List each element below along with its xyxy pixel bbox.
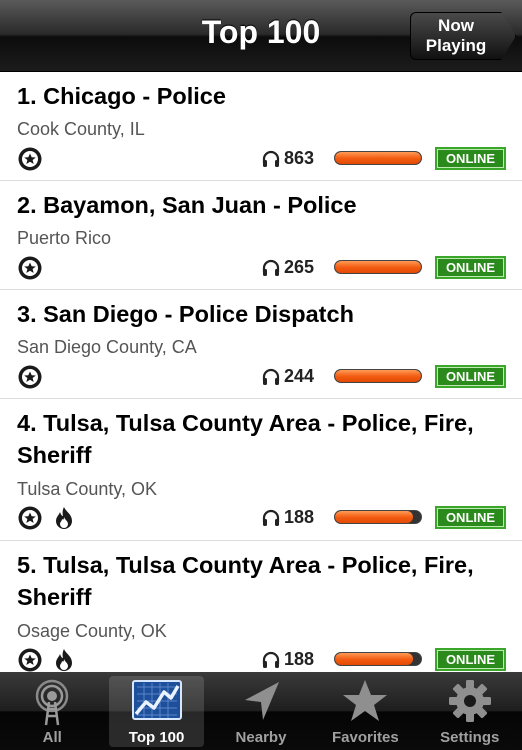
listener-count: 188 [262,649,314,670]
location-arrow-icon [244,682,279,720]
feed-title: 4. Tulsa, Tulsa County Area - Police, Fi… [17,410,474,468]
listener-count-value: 863 [284,148,315,168]
status-badge: ONLINE [435,648,506,671]
tab-nearby[interactable]: Nearby [209,672,313,750]
tab-settings[interactable]: Settings [418,672,522,750]
status-badge: ONLINE [435,506,506,529]
signal-bar-fill [335,152,421,164]
fire-icon [56,649,72,671]
feed-type-icons [17,647,77,672]
status-badge: ONLINE [435,256,506,279]
feed-location: Puerto Rico [17,228,112,248]
tab-label: Top 100 [128,729,185,746]
feed-row[interactable]: 1. Chicago - Police Cook County, IL 863 … [0,72,522,181]
feed-type-icons [17,255,43,281]
feed-location: Cook County, IL [17,119,145,139]
tab-favorites[interactable]: Favorites [313,672,417,750]
feed-location: Osage County, OK [17,621,167,641]
signal-bar [334,151,422,165]
signal-bar [334,652,422,666]
now-playing-button[interactable]: Now Playing [410,12,516,60]
feed-location: Tulsa County, OK [17,479,158,499]
headphones-icon [262,150,280,167]
gear-icon [448,680,491,722]
signal-bar [334,260,422,274]
signal-bar [334,369,422,383]
listener-count: 188 [262,507,314,528]
tab-top-100[interactable]: Top 100 [104,672,208,750]
signal-bar-fill [335,261,421,273]
signal-bar-fill [335,511,414,523]
chart-icon [131,680,182,720]
radio-tower-icon [35,679,69,726]
tab-all[interactable]: All [0,672,104,750]
navigation-bar: Top 100 Now Playing [0,0,522,72]
feed-row[interactable]: 2. Bayamon, San Juan - Police Puerto Ric… [0,181,522,290]
tab-bar: All Top 100 Nearby Favorites Settings [0,672,522,750]
listener-count-value: 188 [284,649,315,669]
feed-row[interactable]: 5. Tulsa, Tulsa County Area - Police, Fi… [0,541,522,672]
feed-location: San Diego County, CA [17,337,197,357]
feed-type-icons [17,364,43,390]
listener-count: 265 [262,257,314,278]
headphones-icon [262,368,280,385]
signal-bar-fill [335,370,421,382]
feed-title: 2. Bayamon, San Juan - Police [17,192,357,218]
listener-count: 244 [262,366,314,387]
tab-label: Favorites [332,729,399,746]
fire-icon [56,507,72,529]
police-badge-icon [18,365,42,389]
tab-label: All [42,729,62,746]
signal-bar [334,510,422,524]
listener-count-value: 188 [284,507,315,527]
feed-title: 5. Tulsa, Tulsa County Area - Police, Fi… [17,552,474,610]
police-badge-icon [18,648,42,672]
listener-count-value: 265 [284,257,315,277]
feed-row[interactable]: 4. Tulsa, Tulsa County Area - Police, Fi… [0,399,522,541]
feed-type-icons [17,146,43,172]
feed-list[interactable]: 1. Chicago - Police Cook County, IL 863 … [0,72,522,672]
headphones-icon [262,651,280,668]
now-playing-label: Now Playing [425,16,487,55]
signal-bar-fill [335,653,414,665]
police-badge-icon [18,147,42,171]
listener-count-value: 244 [284,366,315,386]
status-badge: ONLINE [435,365,506,388]
tab-label: Settings [440,729,500,746]
feed-row[interactable]: 3. San Diego - Police Dispatch San Diego… [0,290,522,399]
star-icon [343,680,388,721]
feed-type-icons [17,505,77,531]
headphones-icon [262,259,280,276]
feed-title: 3. San Diego - Police Dispatch [17,301,354,327]
police-badge-icon [18,506,42,530]
tab-label: Nearby [235,729,287,746]
listener-count: 863 [262,148,314,169]
headphones-icon [262,509,280,526]
status-badge: ONLINE [435,147,506,170]
feed-title: 1. Chicago - Police [17,83,226,109]
police-badge-icon [18,256,42,280]
